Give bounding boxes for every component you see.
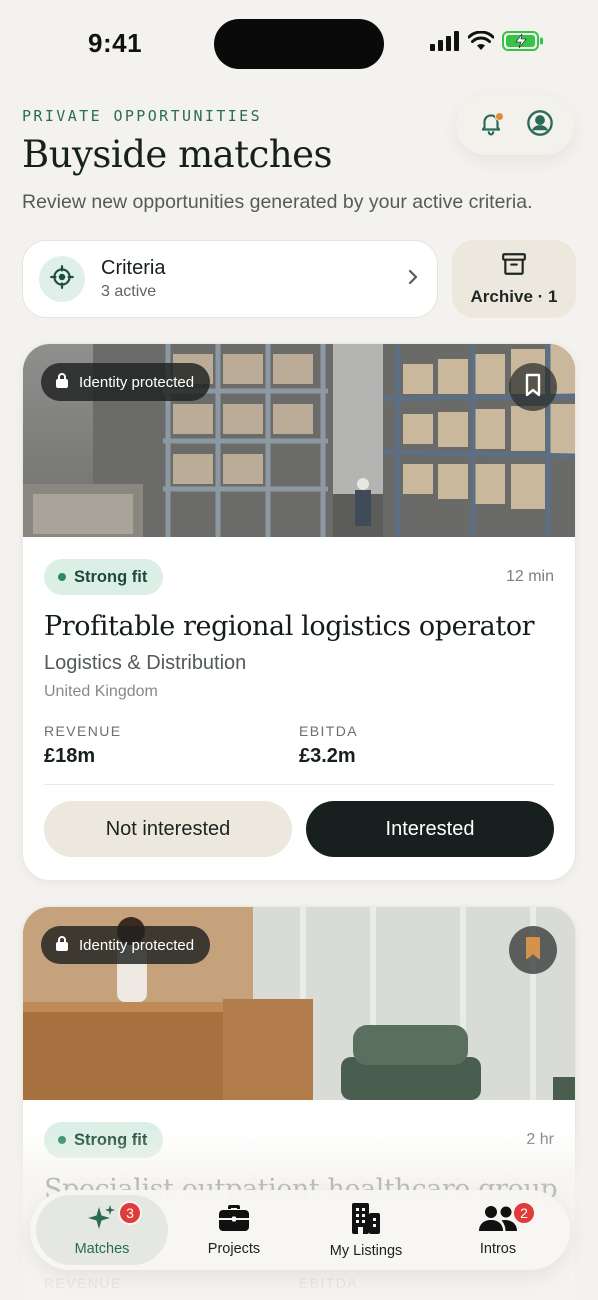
posted-age: 12 min (505, 568, 554, 585)
identity-protected-badge: Identity protected (41, 926, 211, 964)
criteria-button[interactable]: Criteria 3 active (22, 240, 438, 318)
status-icons (430, 30, 544, 57)
metrics-row: REVENUE EBITDA (44, 1275, 554, 1300)
interested-button[interactable]: Interested (306, 801, 554, 857)
revenue-metric: REVENUE £18m (44, 723, 299, 768)
fit-badge: Strong fit (44, 1122, 164, 1158)
metric-label: EBITDA (299, 723, 358, 739)
notification-dot (494, 112, 504, 121)
tab-my-listings[interactable]: My Listings (300, 1195, 432, 1265)
lock-icon (55, 935, 69, 955)
target-icon (49, 264, 75, 295)
fit-dot (58, 573, 66, 581)
ebitda-metric: EBITDA £3.2m (299, 723, 554, 768)
page-subtitle: Review new opportunities generated by yo… (22, 191, 533, 213)
identity-protected-badge: Identity protected (41, 363, 211, 401)
metric-label: EBITDA (299, 1275, 358, 1291)
tab-projects[interactable]: Projects (168, 1195, 300, 1265)
archive-label: Archive · 1 (470, 286, 558, 306)
status-bar: 9:41 (0, 0, 598, 88)
posted-age: 2 hr (526, 1131, 554, 1148)
dynamic-island (214, 19, 384, 69)
metric-value: £18m (44, 745, 96, 767)
sparkles-icon (87, 1203, 117, 1237)
archive-button[interactable]: Archive · 1 (452, 240, 576, 318)
fit-badge: Strong fit (44, 559, 164, 595)
tab-bar: Matches 3 Projects My Listings Intros 2 (30, 1190, 570, 1270)
building-icon (350, 1201, 382, 1239)
fit-dot (58, 1136, 66, 1144)
tab-label: Matches (74, 1241, 130, 1257)
tab-matches[interactable]: Matches 3 (36, 1195, 168, 1265)
warehouse-photo: Identity protected (23, 344, 575, 537)
wifi-icon (467, 30, 495, 56)
bookmark-button[interactable] (509, 363, 557, 411)
bookmark-outline-icon (524, 373, 542, 402)
bookmark-button[interactable] (509, 926, 557, 974)
fit-label: Strong fit (74, 1130, 148, 1149)
metric-value: £3.2m (299, 745, 356, 767)
page-title: Buyside matches (22, 133, 333, 176)
metric-label: REVENUE (44, 1275, 122, 1291)
chevron-right-icon (405, 267, 421, 292)
eyebrow-label: PRIVATE OPPORTUNITIES (22, 107, 263, 125)
identity-protected-label: Identity protected (79, 373, 195, 391)
tab-badge: 2 (512, 1201, 536, 1225)
fit-label: Strong fit (74, 567, 148, 586)
criteria-count: 3 active (101, 283, 157, 300)
battery-charging-icon (502, 30, 544, 57)
status-time: 9:41 (88, 28, 143, 58)
tab-label: My Listings (329, 1243, 403, 1259)
opportunity-country: United Kingdom (44, 683, 158, 700)
criteria-icon-wrap (39, 256, 85, 302)
signal-icon (430, 31, 460, 56)
criteria-title: Criteria (101, 257, 166, 279)
header-actions (456, 95, 574, 155)
briefcase-icon (217, 1203, 251, 1237)
tab-label: Projects (207, 1241, 261, 1257)
ebitda-metric: EBITDA (299, 1275, 554, 1291)
identity-protected-label: Identity protected (79, 936, 195, 954)
clinic-reception-photo: Identity protected (23, 907, 575, 1100)
account-button[interactable] (520, 105, 560, 145)
tab-label: Intros (479, 1241, 517, 1257)
not-interested-button[interactable]: Not interested (44, 801, 292, 857)
opportunity-title: Profitable regional logistics operator (44, 611, 535, 642)
archive-box-icon (501, 252, 527, 281)
revenue-metric: REVENUE (44, 1275, 299, 1291)
bookmark-filled-icon (524, 936, 542, 965)
account-icon (526, 109, 554, 142)
opportunity-sector: Logistics & Distribution (44, 652, 247, 674)
opportunity-card[interactable]: Identity protected Strong fit 12 min Pro… (22, 343, 576, 881)
metrics-row: REVENUE £18m EBITDA £3.2m (44, 723, 554, 785)
metric-label: REVENUE (44, 723, 122, 739)
lock-icon (55, 372, 69, 392)
notifications-button[interactable] (471, 105, 511, 145)
tab-intros[interactable]: Intros 2 (432, 1195, 564, 1265)
tab-badge: 3 (118, 1201, 142, 1225)
